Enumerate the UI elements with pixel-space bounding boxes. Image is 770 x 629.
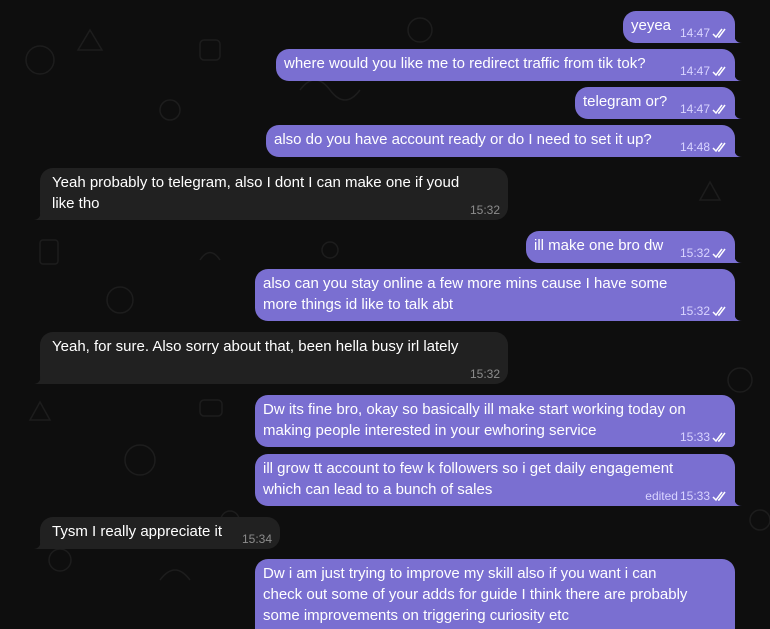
- incoming-message[interactable]: Yeah probably to telegram, also I dont I…: [33, 168, 508, 220]
- bubble-tail: [734, 71, 742, 81]
- message-meta: 15:32: [680, 246, 729, 260]
- bubble-tail: [33, 374, 41, 384]
- bubble-tail: [33, 539, 41, 549]
- bubble-tail: [734, 253, 742, 263]
- message-meta: 14:47: [680, 102, 729, 116]
- message-text-line: also can you stay online a few more mins…: [263, 275, 668, 292]
- message-text: Yeah, for sure. Also sorry about that, b…: [52, 338, 459, 355]
- message-text: where would you like me to redirect traf…: [284, 55, 646, 72]
- double-check-icon: [712, 66, 726, 76]
- message-time: 14:48: [679, 140, 710, 154]
- message-time: 15:33: [679, 430, 710, 444]
- double-check-icon: [712, 432, 726, 442]
- message-meta: 15:34: [242, 532, 272, 546]
- message-time: 15:32: [469, 367, 500, 381]
- message-text: Tysm I really appreciate it: [52, 523, 223, 540]
- double-check-icon: [712, 142, 726, 152]
- message-meta: 15:32: [470, 203, 500, 217]
- message-text-line: ill grow tt account to few k followers s…: [263, 460, 674, 477]
- message-time: 15:33: [679, 489, 710, 503]
- outgoing-message[interactable]: ill make one bro dw 15:32: [526, 231, 742, 263]
- message-time: 15:32: [469, 203, 500, 217]
- bubble-tail: [33, 210, 41, 220]
- message-meta: 15:32: [470, 367, 500, 381]
- message-text-line: making people interested in your ewhorin…: [263, 422, 597, 439]
- message-time: 15:32: [679, 304, 710, 318]
- outgoing-message[interactable]: telegram or? 14:47: [575, 87, 742, 119]
- message-meta: 14:47: [680, 64, 729, 78]
- outgoing-message[interactable]: Dw i am just trying to improve my skill …: [255, 559, 735, 629]
- incoming-message[interactable]: Yeah, for sure. Also sorry about that, b…: [33, 332, 508, 384]
- message-time: 15:32: [679, 246, 710, 260]
- double-check-icon: [712, 306, 726, 316]
- outgoing-message[interactable]: where would you like me to redirect traf…: [276, 49, 742, 81]
- outgoing-message[interactable]: Dw its fine bro, okay so basically ill m…: [255, 395, 735, 447]
- double-check-icon: [712, 104, 726, 114]
- message-meta: 15:33: [680, 430, 729, 444]
- message-text-line: Yeah probably to telegram, also I dont I…: [52, 174, 460, 191]
- message-time: 14:47: [679, 64, 710, 78]
- message-meta: edited 15:33: [645, 489, 729, 503]
- message-list[interactable]: yeyea 14:47 where would you like me to r…: [0, 0, 770, 629]
- bubble-tail: [734, 147, 742, 157]
- message-text-line: Dw its fine bro, okay so basically ill m…: [263, 401, 686, 418]
- message-text: also do you have account ready or do I n…: [274, 131, 652, 148]
- outgoing-message[interactable]: also do you have account ready or do I n…: [266, 125, 742, 157]
- double-check-icon: [712, 248, 726, 258]
- incoming-message[interactable]: Tysm I really appreciate it 15:34: [33, 517, 280, 549]
- message-text-line: Dw i am just trying to improve my skill …: [263, 565, 657, 582]
- message-meta: 14:48: [680, 140, 729, 154]
- outgoing-message[interactable]: yeyea 14:47: [623, 11, 742, 43]
- message-meta: 14:47: [680, 26, 729, 40]
- message-text-line: more things id like to talk abt: [263, 296, 454, 313]
- double-check-icon: [712, 491, 726, 501]
- bubble-tail: [734, 33, 742, 43]
- double-check-icon: [712, 28, 726, 38]
- edited-label: edited: [645, 489, 678, 503]
- message-time: 14:47: [679, 26, 710, 40]
- bubble-tail: [734, 109, 742, 119]
- bubble-tail: [734, 311, 742, 321]
- message-text-line: some improvements on triggering curiosit…: [263, 607, 569, 624]
- outgoing-message[interactable]: also can you stay online a few more mins…: [255, 269, 742, 321]
- message-time: 14:47: [679, 102, 710, 116]
- bubble-tail: [734, 496, 742, 506]
- outgoing-message[interactable]: ill grow tt account to few k followers s…: [255, 454, 742, 506]
- message-text-line: check out some of your adds for guide I …: [263, 586, 688, 603]
- message-time: 15:34: [241, 532, 272, 546]
- message-text-line: like tho: [52, 195, 100, 212]
- message-meta: 15:32: [680, 304, 729, 318]
